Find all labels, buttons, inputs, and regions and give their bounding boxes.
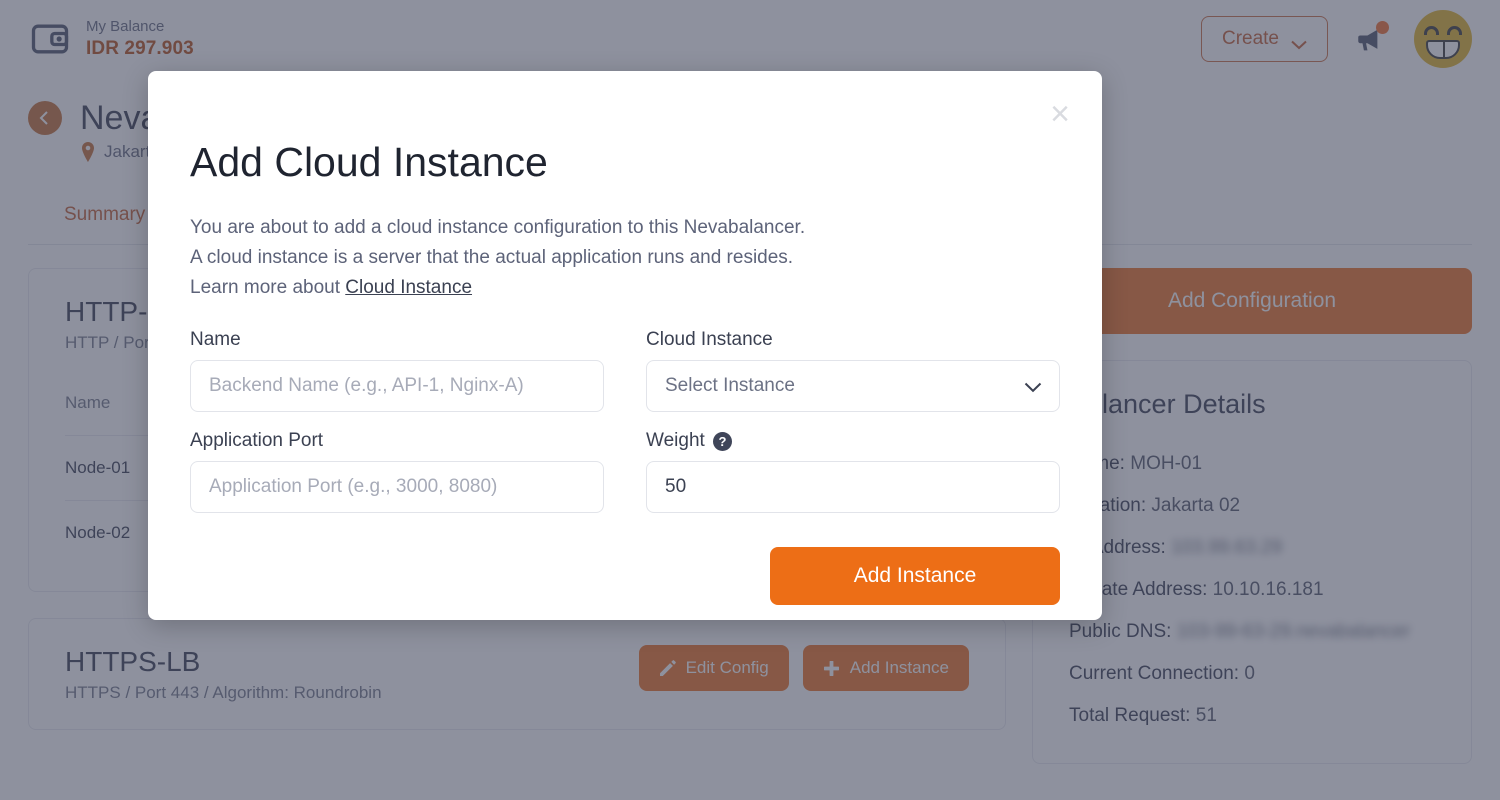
application-port-label: Application Port (190, 430, 324, 451)
field-cloud-instance: Cloud Instance Select Instance (646, 329, 1060, 412)
svg-text:?: ? (718, 434, 726, 449)
modal-desc-line-2: A cloud instance is a server that the ac… (190, 247, 794, 268)
add-instance-form: Name Cloud Instance Select Instance Appl… (190, 329, 1060, 531)
modal-desc-line-1: You are about to add a cloud instance co… (190, 217, 806, 238)
help-circle-icon[interactable]: ? (712, 431, 732, 451)
modal-description: You are about to add a cloud instance co… (190, 213, 1060, 303)
weight-input[interactable] (646, 461, 1060, 513)
field-name: Name (190, 329, 604, 412)
modal-footer: Add Instance (190, 547, 1060, 605)
cloud-instance-label: Cloud Instance (646, 329, 773, 350)
field-weight: Weight ? (646, 430, 1060, 513)
name-input[interactable] (190, 360, 604, 412)
close-icon[interactable]: × (1050, 97, 1070, 131)
submit-add-instance-button[interactable]: Add Instance (770, 547, 1060, 605)
learn-more-prefix: Learn more about (190, 277, 346, 298)
add-cloud-instance-modal: × Add Cloud Instance You are about to ad… (148, 71, 1102, 620)
cloud-instance-link[interactable]: Cloud Instance (345, 277, 472, 298)
name-label: Name (190, 329, 241, 350)
cloud-instance-select[interactable]: Select Instance (646, 360, 1060, 412)
application-port-input[interactable] (190, 461, 604, 513)
weight-label-row: Weight ? (646, 430, 1060, 452)
weight-label: Weight (646, 430, 705, 451)
modal-desc-line-3: Learn more about Cloud Instance (190, 273, 1060, 303)
cloud-instance-selected-value: Select Instance (665, 375, 795, 396)
field-application-port: Application Port (190, 430, 604, 513)
modal-title: Add Cloud Instance (190, 139, 548, 185)
